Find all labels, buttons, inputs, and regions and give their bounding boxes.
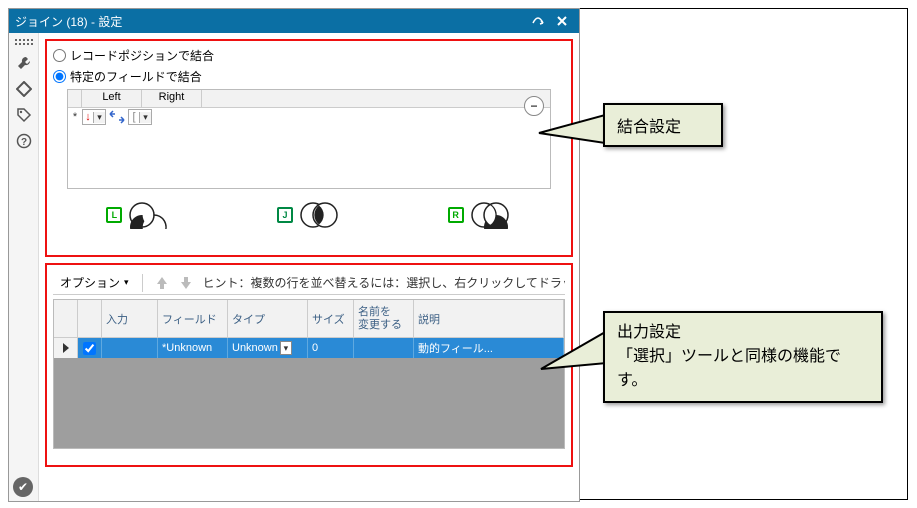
callout2-text: 出力設定 「選択」ツールと同様の機能です。 (617, 324, 841, 389)
join-settings-section: レコードポジションで結合 特定のフィールドで結合 − Left Right (45, 39, 573, 257)
chevron-down-icon: ▾ (280, 341, 292, 355)
output-settings-section: オプション ▾ ヒント：複数の行を並べ替えるには：選択し、右クリックしてドラッグ… (45, 263, 573, 467)
wrench-icon[interactable] (12, 51, 36, 75)
row-selector[interactable] (54, 338, 78, 358)
right-field-dropdown[interactable]: [ ▾ (128, 109, 152, 125)
radio-field-input[interactable] (53, 70, 66, 83)
col-rename: 名前を 変更する (354, 300, 414, 337)
move-up-button[interactable] (151, 273, 173, 293)
options-dropdown[interactable]: オプション ▾ (53, 271, 136, 294)
undock-button[interactable] (527, 12, 549, 30)
callout2-pointer (541, 329, 611, 382)
badge-R: R (448, 207, 464, 223)
svg-text:?: ? (20, 137, 26, 148)
left-field-dropdown[interactable]: ↓ ▾ (82, 109, 106, 125)
separator (142, 274, 143, 292)
close-button[interactable] (551, 12, 573, 30)
output-grid-row[interactable]: *Unknown Unknown▾ 0 動的フィール... (54, 338, 564, 358)
output-toolbar: オプション ▾ ヒント：複数の行を並べ替えるには：選択し、右クリックしてドラッグ… (53, 271, 565, 295)
output-grid: 入力 フィールド タイプ サイズ 名前を 変更する 説明 *Unknown (53, 299, 565, 449)
callout-join-settings: 結合設定 (603, 103, 723, 147)
content-area: レコードポジションで結合 特定のフィールドで結合 − Left Right (39, 33, 579, 501)
options-label: オプション (60, 274, 120, 291)
col-input: 入力 (102, 300, 158, 337)
window-title: ジョイン (18) - 設定 (15, 13, 525, 30)
cell-type[interactable]: Unknown▾ (228, 338, 308, 358)
radio-join-by-position[interactable]: レコードポジションで結合 (53, 47, 565, 64)
chevron-down-icon: ▾ (93, 112, 105, 123)
cell-field[interactable]: *Unknown (158, 338, 228, 358)
help-icon[interactable]: ? (12, 129, 36, 153)
cell-rename[interactable] (354, 338, 414, 358)
callout1-pointer (539, 113, 609, 156)
cell-input[interactable] (102, 338, 158, 358)
titlebar: ジョイン (18) - 設定 (9, 9, 579, 33)
window-body: ? レコードポジションで結合 特定のフィールドで結合 − (9, 33, 579, 501)
col-field: フィールド (158, 300, 228, 337)
config-window: ジョイン (18) - 設定 ? (8, 8, 580, 502)
sidebar: ? (9, 33, 39, 501)
col-type: タイプ (228, 300, 308, 337)
col-left: Left (82, 90, 142, 107)
bracket-icon: [ (129, 111, 139, 123)
radio-position-label: レコードポジションで結合 (70, 47, 214, 64)
venn-right[interactable]: R (448, 201, 512, 229)
venn-left[interactable]: L (106, 201, 170, 229)
row-pointer-icon (63, 343, 69, 353)
badge-L: L (106, 207, 122, 223)
badge-J: J (277, 207, 293, 223)
drag-handle-icon (15, 39, 33, 45)
cell-size[interactable]: 0 (308, 338, 354, 358)
join-fields-table: − Left Right * ↓ ▾ (67, 89, 551, 189)
move-down-button[interactable] (175, 273, 197, 293)
apply-button[interactable]: ✔ (13, 477, 33, 497)
join-fields-header: Left Right (68, 90, 550, 108)
join-fields-row: * ↓ ▾ [ ▾ (68, 108, 550, 126)
radio-field-label: 特定のフィールドで結合 (70, 68, 202, 85)
swap-icon[interactable] (108, 110, 126, 124)
chevron-down-icon: ▾ (139, 112, 151, 123)
chevron-down-icon: ▾ (124, 277, 129, 288)
down-arrow-red-icon: ↓ (83, 111, 93, 123)
row-checkbox-cell[interactable] (78, 338, 102, 358)
screenshot-frame: ジョイン (18) - 設定 ? (8, 8, 908, 500)
radio-position-input[interactable] (53, 49, 66, 62)
radio-join-by-field[interactable]: 特定のフィールドで結合 (53, 68, 565, 85)
tag-icon[interactable] (12, 103, 36, 127)
col-size: サイズ (308, 300, 354, 337)
col-checkbox (78, 300, 102, 337)
callout-output-settings: 出力設定 「選択」ツールと同様の機能です。 (603, 311, 883, 403)
row-marker: * (70, 111, 80, 123)
col-right: Right (142, 90, 202, 107)
output-grid-header: 入力 フィールド タイプ サイズ 名前を 変更する 説明 (54, 300, 564, 338)
venn-row: L J (53, 201, 565, 229)
row-checkbox[interactable] (83, 342, 96, 355)
col-selector (54, 300, 78, 337)
hint-text: ヒント：複数の行を並べ替えるには：選択し、右クリックしてドラッグし (197, 274, 565, 291)
venn-inner[interactable]: J (277, 201, 341, 229)
callout1-text: 結合設定 (617, 119, 681, 136)
diamond-icon[interactable] (12, 77, 36, 101)
